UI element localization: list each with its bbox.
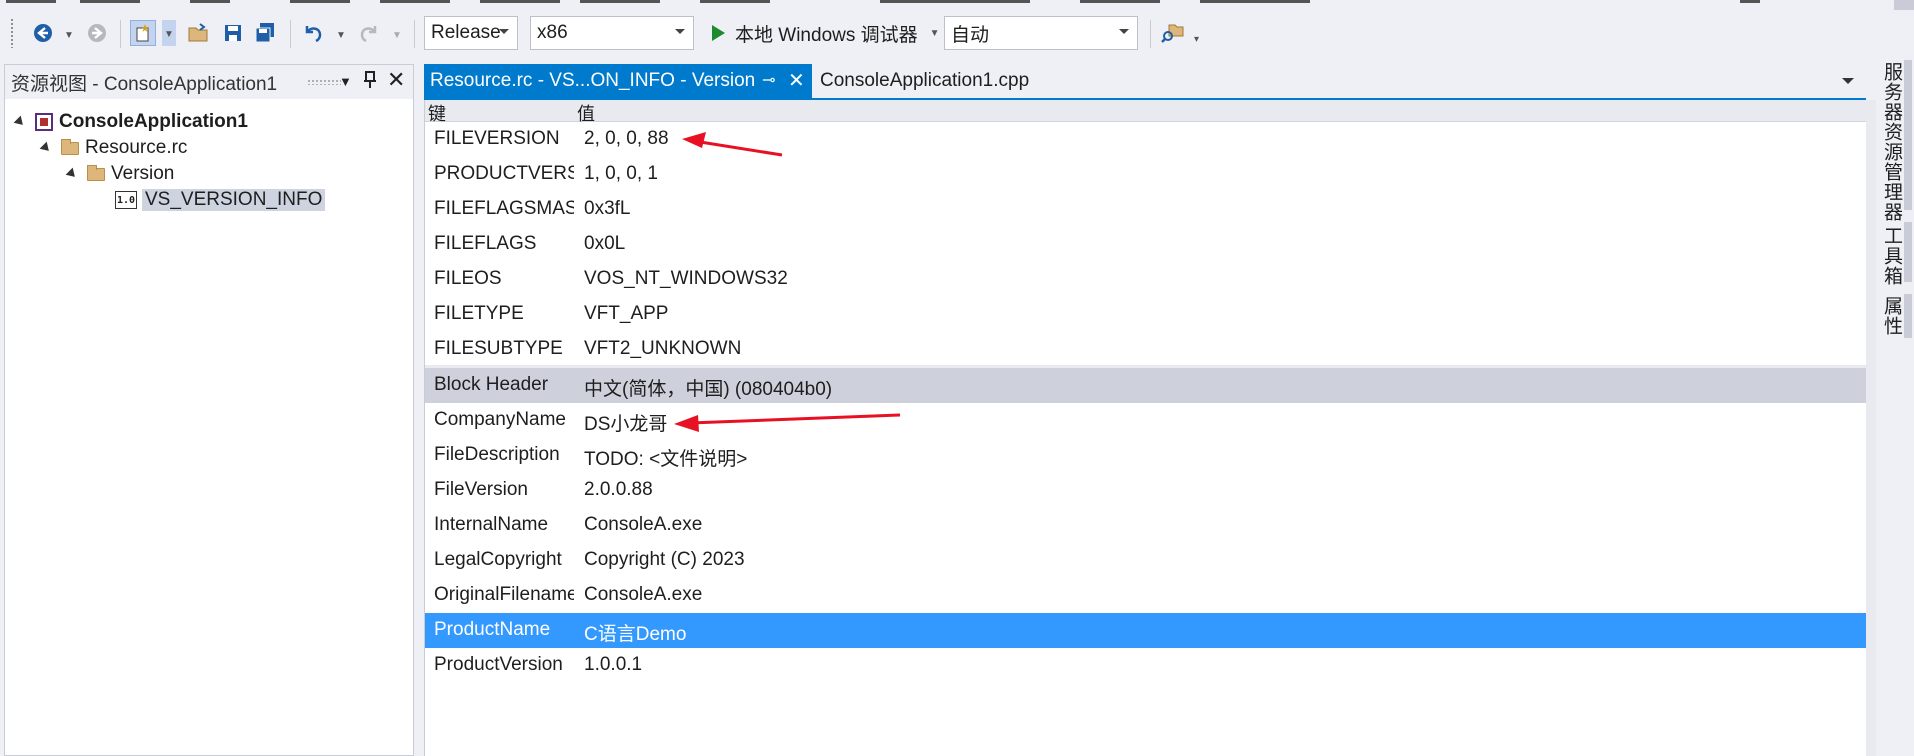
table-row-selected[interactable]: ProductName C语言Demo — [425, 613, 1867, 648]
table-row[interactable]: FILESUBTYPE VFT2_UNKNOWN — [425, 332, 1867, 367]
find-in-files-icon[interactable] — [1160, 20, 1186, 46]
table-row[interactable]: FileDescription TODO: <文件说明> — [425, 438, 1867, 473]
folder-icon — [61, 138, 79, 155]
table-row[interactable]: FileVersion 2.0.0.88 — [425, 473, 1867, 508]
new-item-dropdown-icon[interactable]: ▼ — [162, 20, 176, 46]
redo-dropdown-icon[interactable]: ▼ — [392, 30, 402, 41]
table-row[interactable]: ProductVersion 1.0.0.1 — [425, 648, 1867, 683]
table-row[interactable]: FILEOS VOS_NT_WINDOWS32 — [425, 262, 1867, 297]
menu-bar — [0, 0, 1914, 6]
tree-node-vs-version-info[interactable]: 1.0 VS_VERSION_INFO — [115, 187, 326, 213]
tab-overflow-icon[interactable] — [1842, 78, 1854, 84]
table-row[interactable]: InternalName ConsoleA.exe — [425, 508, 1867, 543]
expand-triangle-icon[interactable] — [39, 141, 53, 155]
project-icon — [35, 113, 53, 131]
expand-triangle-icon[interactable] — [13, 115, 27, 129]
chevron-down-icon — [1119, 29, 1129, 34]
vertical-scrollbar[interactable] — [1866, 100, 1876, 756]
resource-view-panel: 资源视图 - ConsoleApplication1 ▼ ✕ ConsoleAp… — [4, 64, 414, 756]
table-row[interactable]: OriginalFilename ConsoleA.exe — [425, 578, 1867, 613]
table-row[interactable]: FILEVERSION 2, 0, 0, 88 — [425, 122, 1867, 157]
close-icon[interactable]: ✕ — [387, 67, 405, 93]
start-debugging-button[interactable]: 本地 Windows 调试器 ▼ — [712, 16, 940, 50]
folder-icon — [87, 164, 105, 181]
back-icon[interactable] — [30, 20, 56, 46]
version-resource-icon: 1.0 — [115, 191, 137, 209]
toolbar-grip[interactable] — [10, 18, 14, 48]
toolbar-options-icon[interactable]: ▾ — [1194, 34, 1199, 45]
tab-resource-version[interactable]: Resource.rc - VS...ON_INFO - Version ⊸ ✕ — [424, 64, 812, 98]
table-row[interactable]: FILEFLAGSMASK0x3fL — [425, 192, 1867, 227]
solution-platform-select[interactable]: x86 — [530, 16, 694, 50]
undo-icon[interactable] — [300, 20, 326, 46]
run-dropdown-icon[interactable]: ▼ — [930, 28, 940, 39]
resource-view-header: 资源视图 - ConsoleApplication1 ▼ ✕ — [5, 65, 413, 99]
debug-mode-select[interactable]: 自动 — [944, 16, 1138, 50]
tab-consoleapplication1-cpp[interactable]: ConsoleApplication1.cpp — [820, 64, 1029, 98]
save-all-icon[interactable] — [252, 20, 278, 46]
play-icon — [712, 25, 725, 41]
back-dropdown-icon[interactable]: ▼ — [64, 30, 74, 41]
server-explorer-tab[interactable]: 服务器资源管理器 — [1878, 62, 1905, 222]
tab-close-icon[interactable]: ✕ — [788, 68, 805, 93]
tree-node-project[interactable]: ConsoleApplication1 — [13, 109, 248, 135]
tab-pin-icon[interactable]: ⊸ — [762, 70, 775, 90]
table-row[interactable]: CompanyName DS小龙哥 — [425, 403, 1867, 438]
block-header-row[interactable]: Block Header 中文(简体，中国) (080404b0) — [425, 368, 1867, 403]
document-tab-bar: Resource.rc - VS...ON_INFO - Version ⊸ ✕… — [424, 64, 1866, 98]
chevron-down-icon — [499, 29, 509, 34]
table-row[interactable]: PRODUCTVERSION1, 0, 0, 1 — [425, 157, 1867, 192]
properties-tab[interactable]: 属性 — [1878, 296, 1905, 336]
chevron-down-icon — [675, 29, 685, 34]
tree-node-version[interactable]: Version — [65, 161, 174, 187]
resource-view-title: 资源视图 - ConsoleApplication1 — [11, 73, 278, 95]
column-header: 键 值 — [425, 100, 1867, 124]
tree-node-resource-rc[interactable]: Resource.rc — [39, 135, 187, 161]
expand-triangle-icon[interactable] — [65, 167, 79, 181]
table-row[interactable]: LegalCopyright Copyright (C) 2023 — [425, 543, 1867, 578]
save-icon[interactable] — [220, 20, 246, 46]
forward-icon[interactable] — [84, 20, 110, 46]
open-folder-icon[interactable] — [186, 20, 212, 46]
pin-icon[interactable] — [363, 71, 377, 94]
solution-config-select[interactable]: Release — [424, 16, 518, 50]
new-item-icon[interactable] — [130, 20, 156, 46]
toolbox-tab[interactable]: 工具箱 — [1878, 226, 1905, 286]
standard-toolbar: ▼ ▼ ▼ ▼ Release x86 本地 Windows 调试器 ▼ 自动 … — [0, 8, 1876, 58]
table-row[interactable]: FILEFLAGS 0x0L — [425, 227, 1867, 262]
panel-options-icon[interactable]: ▼ — [339, 74, 352, 89]
undo-dropdown-icon[interactable]: ▼ — [336, 30, 346, 41]
version-editor: 键 值 FILEVERSION2, 0, 0, 88 PRODUCTVERSIO… — [424, 100, 1867, 756]
table-row[interactable]: FILETYPE VFT_APP — [425, 297, 1867, 332]
redo-icon[interactable] — [356, 20, 382, 46]
